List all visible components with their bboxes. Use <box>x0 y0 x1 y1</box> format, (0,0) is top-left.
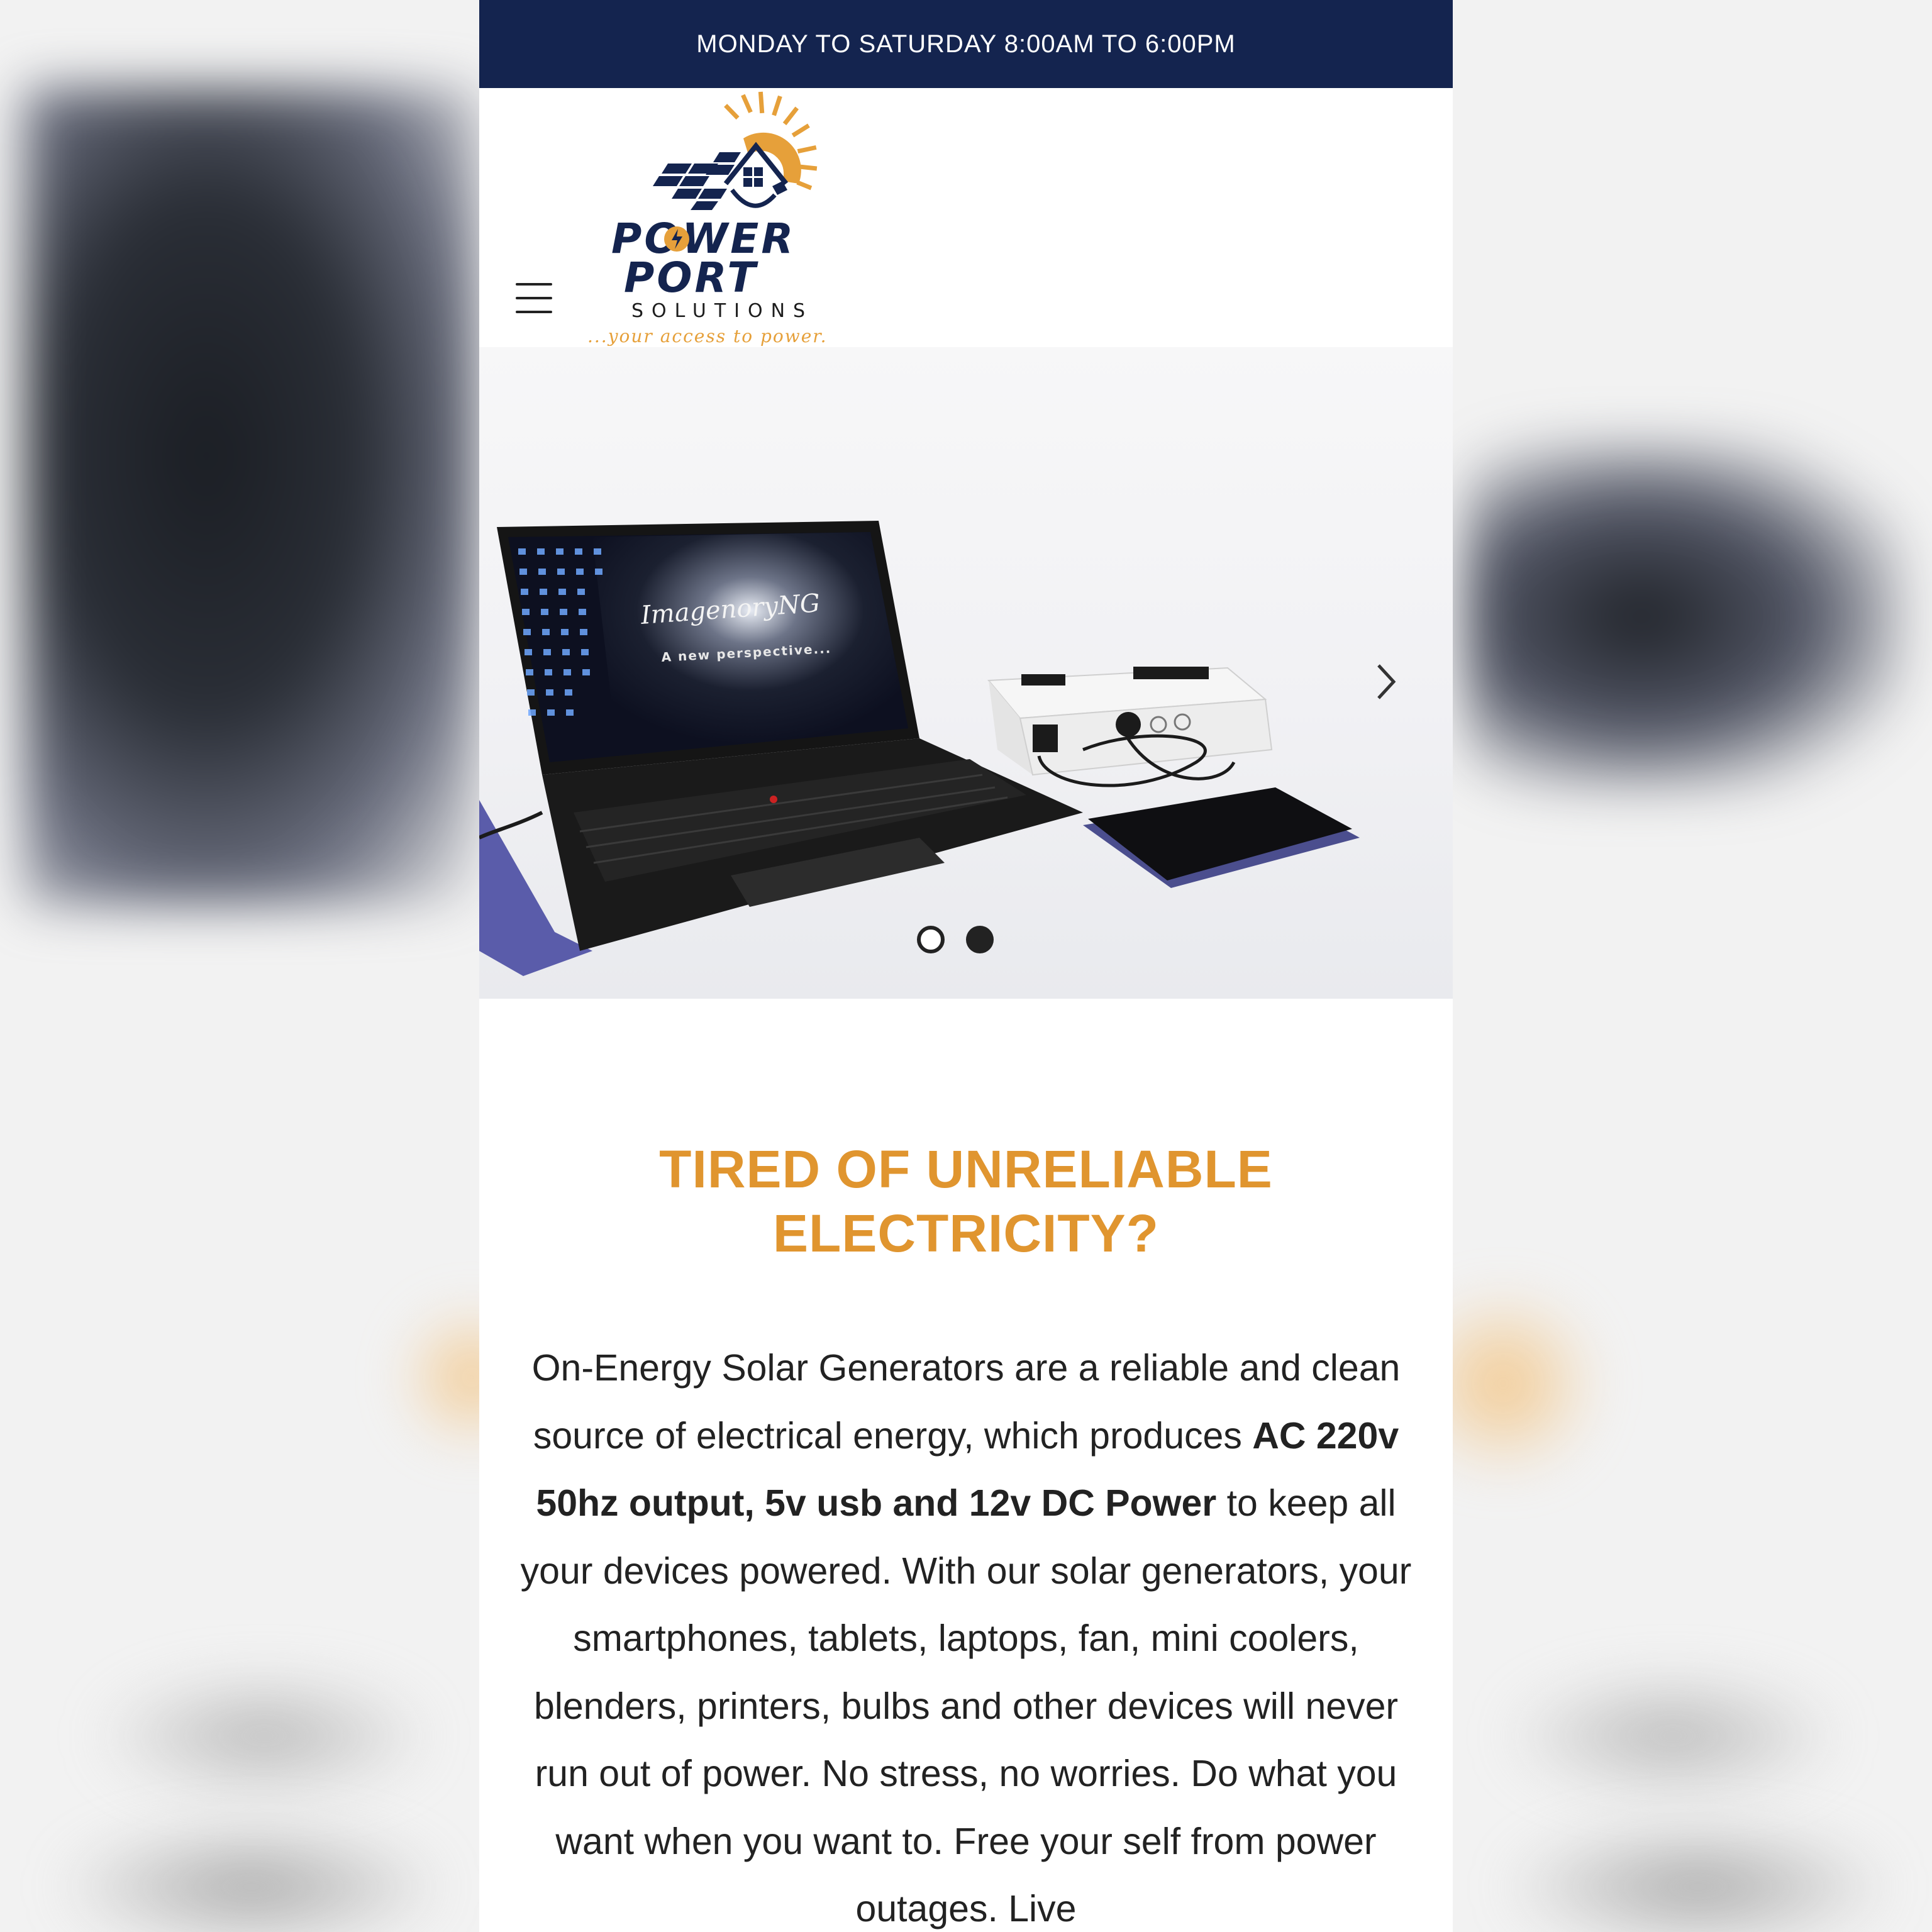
blurred-gray-shape <box>63 1824 440 1932</box>
blurred-gray-shape <box>101 1673 428 1799</box>
headline-line-2: ELECTRICITY? <box>773 1204 1159 1263</box>
ac-outlet <box>1033 724 1058 752</box>
trackpoint <box>770 796 777 803</box>
hero-slide-image: ImagenoryNG A new perspective... <box>479 521 1360 976</box>
window-icon <box>743 167 763 187</box>
headline-line-1: TIRED OF UNRELIABLE <box>659 1140 1273 1199</box>
blurred-laptop-shape <box>25 88 478 906</box>
logo-tagline: ...your access to power. <box>587 326 828 347</box>
hero-carousel[interactable]: ImagenoryNG A new perspective... <box>479 347 1453 999</box>
logo-word-solutions: SOLUTIONS <box>631 300 813 322</box>
power-station-vent <box>1133 667 1209 679</box>
blurred-gray-shape <box>1509 1673 1836 1799</box>
carousel-dot-2[interactable] <box>966 926 994 953</box>
business-hours-text: MONDAY TO SATURDAY 8:00AM TO 6:00PM <box>696 30 1236 58</box>
blurred-gray-shape <box>1509 1824 1887 1932</box>
power-port-logo[interactable]: POWER PORT SOLUTIONS ...your access to p… <box>586 89 875 347</box>
power-station-display <box>1021 674 1065 686</box>
paragraph-rest: to keep all your devices powered. With o… <box>520 1482 1412 1929</box>
section-headline: TIRED OF UNRELIABLE ELECTRICITY? <box>479 999 1453 1265</box>
screen-glow <box>592 532 908 756</box>
site-header: POWER PORT SOLUTIONS ...your access to p… <box>479 88 1453 347</box>
plug-cable <box>730 188 777 208</box>
hamburger-menu-icon[interactable] <box>516 283 552 313</box>
sun-icon <box>724 91 818 191</box>
intro-section: TIRED OF UNRELIABLE ELECTRICITY? On-Ener… <box>479 999 1453 1932</box>
carousel-dot-1[interactable] <box>917 926 945 953</box>
chevron-right-icon <box>1377 664 1396 699</box>
logo-word-port: PORT <box>624 253 758 302</box>
mobile-page: MONDAY TO SATURDAY 8:00AM TO 6:00PM POWE… <box>479 0 1453 1932</box>
business-hours-bar: MONDAY TO SATURDAY 8:00AM TO 6:00PM <box>479 0 1453 88</box>
dc-port <box>1116 712 1141 737</box>
section-paragraph: On-Energy Solar Generators are a reliabl… <box>504 1335 1428 1932</box>
next-slide-button[interactable] <box>1372 662 1423 712</box>
blurred-device-shape <box>1465 440 1906 792</box>
